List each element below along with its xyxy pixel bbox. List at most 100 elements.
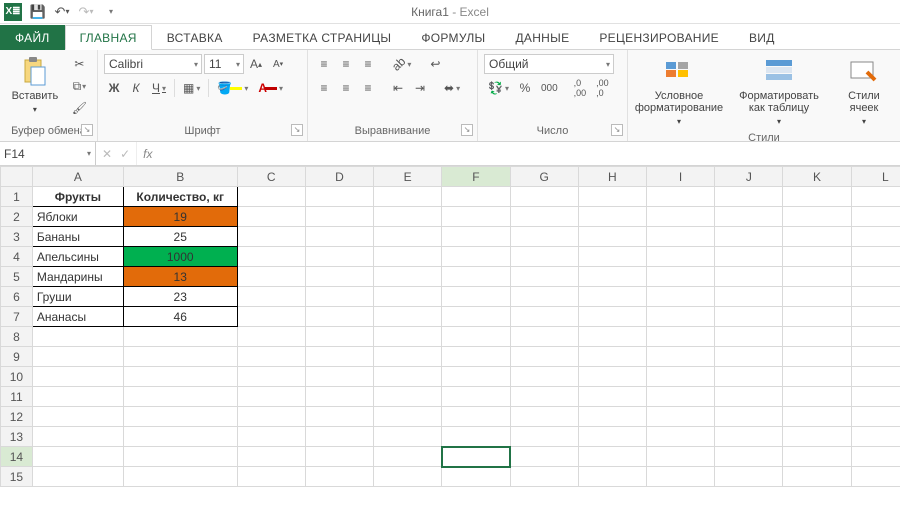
cell-K5[interactable]	[783, 267, 851, 287]
tab-page-layout[interactable]: РАЗМЕТКА СТРАНИЦЫ	[238, 25, 407, 50]
cell-C12[interactable]	[237, 407, 305, 427]
cell-B13[interactable]	[123, 427, 237, 447]
format-painter-button[interactable]: 🖌	[68, 98, 91, 118]
increase-font-button[interactable]: A▴	[246, 54, 266, 74]
cell-A14[interactable]	[32, 447, 123, 467]
cell-B15[interactable]	[123, 467, 237, 487]
undo-icon[interactable]: ↶▾	[53, 3, 71, 21]
cell-G3[interactable]	[510, 227, 578, 247]
cell-B14[interactable]	[123, 447, 237, 467]
tab-review[interactable]: РЕЦЕНЗИРОВАНИЕ	[584, 25, 734, 50]
cell-H9[interactable]	[578, 347, 646, 367]
cell-H2[interactable]	[578, 207, 646, 227]
cell-G5[interactable]	[510, 267, 578, 287]
column-header-B[interactable]: B	[123, 167, 237, 187]
cell-L4[interactable]	[851, 247, 900, 267]
tab-view[interactable]: ВИД	[734, 25, 790, 50]
cell-L8[interactable]	[851, 327, 900, 347]
cell-H3[interactable]	[578, 227, 646, 247]
cell-B3[interactable]: 25	[123, 227, 237, 247]
row-header-14[interactable]: 14	[1, 447, 33, 467]
cell-J3[interactable]	[715, 227, 783, 247]
increase-indent-button[interactable]: ⇥	[410, 78, 430, 98]
cell-A9[interactable]	[32, 347, 123, 367]
cell-K13[interactable]	[783, 427, 851, 447]
comma-format-button[interactable]: 000	[537, 78, 562, 98]
row-header-1[interactable]: 1	[1, 187, 33, 207]
cell-D5[interactable]	[305, 267, 373, 287]
cell-K14[interactable]	[783, 447, 851, 467]
cell-K7[interactable]	[783, 307, 851, 327]
cell-J8[interactable]	[715, 327, 783, 347]
cell-G10[interactable]	[510, 367, 578, 387]
cell-E14[interactable]	[374, 447, 442, 467]
cell-D13[interactable]	[305, 427, 373, 447]
align-left-button[interactable]: ≡	[314, 78, 334, 98]
cell-J10[interactable]	[715, 367, 783, 387]
cell-G11[interactable]	[510, 387, 578, 407]
fill-color-button[interactable]: 🪣	[213, 78, 252, 98]
cell-A6[interactable]: Груши	[32, 287, 123, 307]
cell-J4[interactable]	[715, 247, 783, 267]
cell-D3[interactable]	[305, 227, 373, 247]
column-header-L[interactable]: L	[851, 167, 900, 187]
cell-I1[interactable]	[646, 187, 714, 207]
cell-C11[interactable]	[237, 387, 305, 407]
align-center-button[interactable]: ≡	[336, 78, 356, 98]
cell-F8[interactable]	[442, 327, 510, 347]
cell-I8[interactable]	[646, 327, 714, 347]
cell-C15[interactable]	[237, 467, 305, 487]
cell-J12[interactable]	[715, 407, 783, 427]
cell-F11[interactable]	[442, 387, 510, 407]
column-header-G[interactable]: G	[510, 167, 578, 187]
cell-A8[interactable]	[32, 327, 123, 347]
alignment-dialog-launcher[interactable]: ↘	[461, 124, 473, 136]
cell-G6[interactable]	[510, 287, 578, 307]
cell-E3[interactable]	[374, 227, 442, 247]
cell-L3[interactable]	[851, 227, 900, 247]
cell-I6[interactable]	[646, 287, 714, 307]
number-dialog-launcher[interactable]: ↘	[611, 124, 623, 136]
cell-H14[interactable]	[578, 447, 646, 467]
cell-G7[interactable]	[510, 307, 578, 327]
cell-H4[interactable]	[578, 247, 646, 267]
cell-B5[interactable]: 13	[123, 267, 237, 287]
cell-I7[interactable]	[646, 307, 714, 327]
cell-D6[interactable]	[305, 287, 373, 307]
cell-L7[interactable]	[851, 307, 900, 327]
conditional-formatting-button[interactable]: Условное форматирование ▾	[634, 54, 724, 130]
cell-I5[interactable]	[646, 267, 714, 287]
italic-button[interactable]: К	[126, 78, 146, 98]
cell-D15[interactable]	[305, 467, 373, 487]
cell-G9[interactable]	[510, 347, 578, 367]
cell-C4[interactable]	[237, 247, 305, 267]
row-header-5[interactable]: 5	[1, 267, 33, 287]
cell-A10[interactable]	[32, 367, 123, 387]
cell-L13[interactable]	[851, 427, 900, 447]
cell-I14[interactable]	[646, 447, 714, 467]
cell-A2[interactable]: Яблоки	[32, 207, 123, 227]
cell-L10[interactable]	[851, 367, 900, 387]
column-header-E[interactable]: E	[374, 167, 442, 187]
save-icon[interactable]: 💾	[29, 3, 47, 21]
cell-A13[interactable]	[32, 427, 123, 447]
cell-F9[interactable]	[442, 347, 510, 367]
column-header-C[interactable]: C	[237, 167, 305, 187]
cell-C10[interactable]	[237, 367, 305, 387]
cut-button[interactable]: ✂	[68, 54, 91, 74]
wrap-text-button[interactable]: ↩	[425, 54, 445, 74]
cell-E11[interactable]	[374, 387, 442, 407]
cell-A11[interactable]	[32, 387, 123, 407]
cell-K4[interactable]	[783, 247, 851, 267]
cell-A4[interactable]: Апельсины	[32, 247, 123, 267]
cell-F14[interactable]	[442, 447, 510, 467]
cell-I4[interactable]	[646, 247, 714, 267]
cell-F10[interactable]	[442, 367, 510, 387]
cell-C9[interactable]	[237, 347, 305, 367]
column-header-I[interactable]: I	[646, 167, 714, 187]
cell-K12[interactable]	[783, 407, 851, 427]
font-color-button[interactable]: A	[254, 78, 287, 98]
cell-C7[interactable]	[237, 307, 305, 327]
cell-C13[interactable]	[237, 427, 305, 447]
name-box[interactable]: F14	[0, 142, 96, 165]
